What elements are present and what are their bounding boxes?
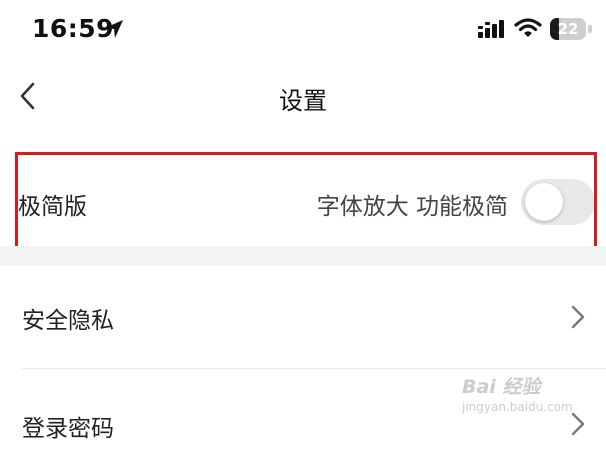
minimal-mode-hint: 字体放大 功能极简 <box>316 194 508 220</box>
status-bar: 16:59 22 <box>0 0 606 60</box>
battery-cap <box>588 25 592 33</box>
watermark-url: jingyan.baidu.com <box>462 400 573 414</box>
minimal-mode-toggle[interactable] <box>521 179 595 225</box>
nav-bar: 设置 <box>0 66 606 126</box>
watermark-text: Bai 经验 <box>462 376 541 398</box>
cellular-signal-icon <box>478 20 504 38</box>
baidu-jingyan-watermark: Bai 经验 jingyan.baidu.com <box>462 372 592 414</box>
wifi-icon <box>514 18 542 37</box>
settings-row-security-privacy[interactable]: 安全隐私 <box>0 266 606 366</box>
battery-percent: 22 <box>557 20 579 38</box>
location-arrow-icon <box>105 20 123 38</box>
chevron-right-icon <box>571 305 585 329</box>
security-privacy-label: 安全隐私 <box>22 308 114 334</box>
status-time: 16:59 <box>32 14 115 43</box>
section-separator <box>0 246 606 266</box>
minimal-mode-label: 极简版 <box>18 194 87 220</box>
page-title: 设置 <box>279 87 327 115</box>
toggle-knob <box>525 183 563 221</box>
settings-row-minimal-mode[interactable]: 极简版 字体放大 功能极简 <box>0 156 606 246</box>
chevron-right-icon <box>571 412 585 436</box>
battery-icon: 22 <box>550 18 586 40</box>
